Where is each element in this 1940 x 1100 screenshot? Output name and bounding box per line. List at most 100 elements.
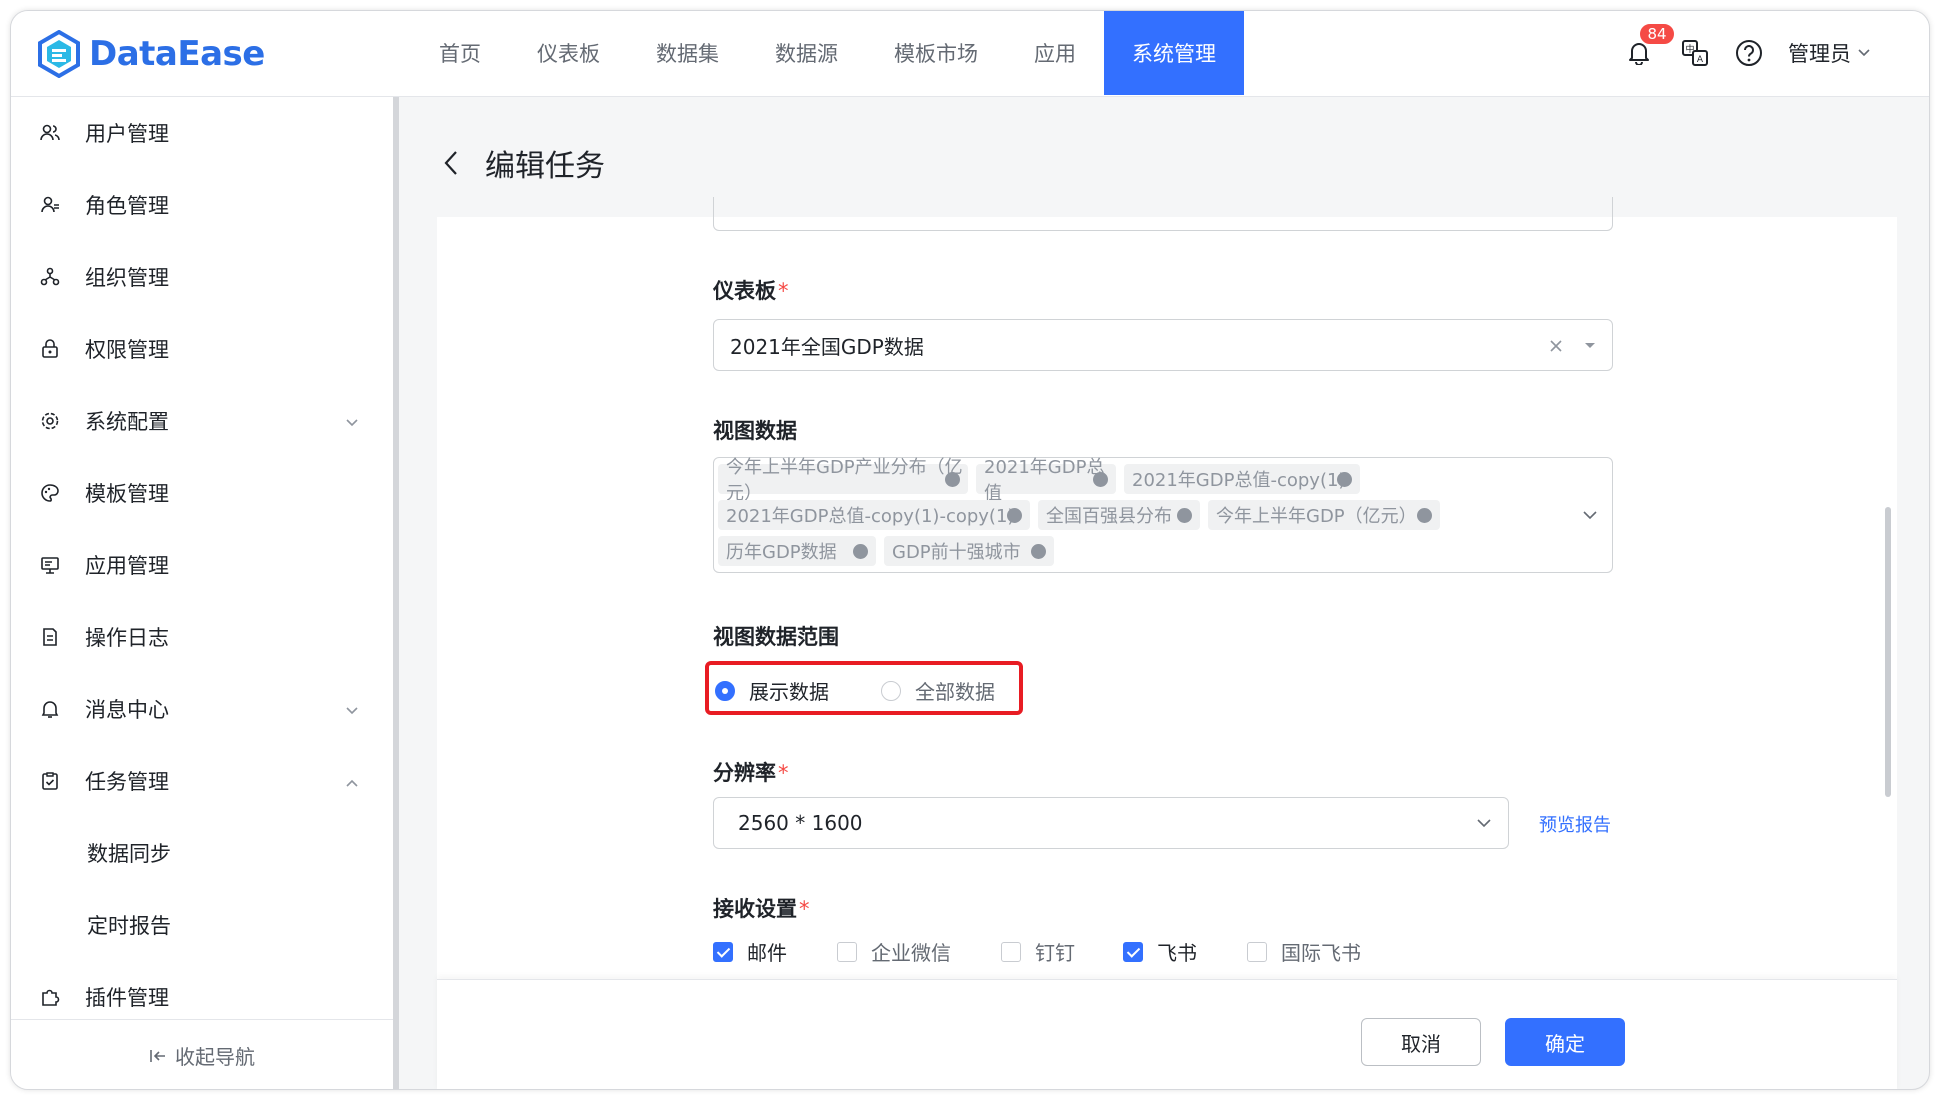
chevron-down-icon <box>345 697 359 721</box>
svg-text:中: 中 <box>1685 43 1694 55</box>
checkbox-lark-intl[interactable]: 国际飞书 <box>1247 937 1361 966</box>
log-icon <box>39 626 61 648</box>
cancel-button[interactable]: 取消 <box>1361 1018 1481 1066</box>
checkbox-label: 邮件 <box>747 941 787 965</box>
sidebar-item-label: 任务管理 <box>85 770 169 794</box>
main-nav: 首页 仪表板 数据集 数据源 模板市场 应用 系统管理 <box>411 11 1244 95</box>
dashboard-value: 2021年全国GDP数据 <box>730 334 924 359</box>
view-tag[interactable]: 全国百强县分布 <box>1038 500 1200 530</box>
form-footer: 取消 确定 <box>437 979 1897 1089</box>
view-tag[interactable]: 2021年GDP总值 <box>976 457 1116 504</box>
nav-template-market[interactable]: 模板市场 <box>866 11 1006 95</box>
dataease-logo-icon <box>38 30 80 78</box>
tag-remove-icon[interactable] <box>1417 508 1432 523</box>
sidebar-item-messages[interactable]: 消息中心 <box>11 673 393 745</box>
chevron-down-icon <box>1583 511 1597 520</box>
view-tag[interactable]: 历年GDP数据 <box>718 536 876 566</box>
view-tag[interactable]: GDP前十强城市 <box>884 536 1054 566</box>
sidebar-item-users[interactable]: 用户管理 <box>11 97 393 169</box>
palette-icon <box>39 482 61 504</box>
tag-remove-icon[interactable] <box>945 472 960 487</box>
tag-remove-icon[interactable] <box>1337 472 1352 487</box>
checkbox-email[interactable]: 邮件 <box>713 937 787 966</box>
radio-display-data[interactable]: 展示数据 <box>715 676 829 705</box>
sidebar-item-label: 消息中心 <box>85 698 169 722</box>
notification-badge: 84 <box>1638 22 1676 46</box>
clear-icon[interactable] <box>1550 340 1562 352</box>
caret-down-icon <box>1585 343 1595 348</box>
users-icon <box>39 122 61 144</box>
sidebar-item-logs[interactable]: 操作日志 <box>11 601 393 673</box>
nav-dashboard[interactable]: 仪表板 <box>509 11 628 95</box>
checkbox-wecom[interactable]: 企业微信 <box>837 937 951 966</box>
sidebar-subitem-scheduled-report[interactable]: 定时报告 <box>11 889 393 961</box>
checkbox-indicator <box>1001 941 1021 962</box>
logo[interactable]: DataEase <box>37 27 265 81</box>
tag-remove-icon[interactable] <box>1007 508 1022 523</box>
tag-remove-icon[interactable] <box>853 544 868 559</box>
checkbox-indicator <box>1123 941 1143 962</box>
preview-report-link[interactable]: 预览报告 <box>1539 811 1611 837</box>
previous-field[interactable] <box>713 197 1613 231</box>
nav-dataset[interactable]: 数据集 <box>628 11 747 95</box>
nav-apps[interactable]: 应用 <box>1006 11 1104 95</box>
radio-indicator <box>715 680 735 701</box>
sidebar-subitem-label: 定时报告 <box>87 914 171 938</box>
sidebar-item-roles[interactable]: 角色管理 <box>11 169 393 241</box>
tag-remove-icon[interactable] <box>1093 472 1108 487</box>
permission-icon <box>39 338 61 360</box>
checkbox-label: 钉钉 <box>1035 941 1075 965</box>
view-tag[interactable]: 2021年GDP总值-copy(1) <box>1124 464 1360 494</box>
sidebar-item-tasks[interactable]: 任务管理 <box>11 745 393 817</box>
checkbox-indicator <box>1247 941 1267 962</box>
help-button[interactable] <box>1734 38 1764 68</box>
checkbox-dingtalk[interactable]: 钉钉 <box>1001 937 1075 966</box>
help-icon <box>1736 40 1762 66</box>
checkbox-label: 企业微信 <box>871 941 951 965</box>
checkbox-lark[interactable]: 飞书 <box>1123 937 1197 966</box>
plugin-icon <box>39 986 61 1008</box>
nav-datasource[interactable]: 数据源 <box>747 11 866 95</box>
collapse-arrow-icon <box>150 1049 165 1062</box>
translate-button[interactable]: 中 A <box>1680 38 1710 68</box>
radio-indicator <box>881 680 901 701</box>
sidebar-item-permissions[interactable]: 权限管理 <box>11 313 393 385</box>
views-label: 视图数据 <box>713 419 797 443</box>
nav-system-management[interactable]: 系统管理 <box>1104 11 1244 95</box>
svg-text:A: A <box>1697 55 1704 65</box>
view-tag[interactable]: 2021年GDP总值-copy(1)-copy(1) <box>718 500 1030 530</box>
sidebar-item-label: 插件管理 <box>85 986 169 1010</box>
back-arrow-icon[interactable] <box>441 149 461 177</box>
checkbox-label: 飞书 <box>1157 941 1197 965</box>
sidebar-item-system-config[interactable]: 系统配置 <box>11 385 393 457</box>
tag-remove-icon[interactable] <box>1031 544 1046 559</box>
resolution-select[interactable]: 2560 * 1600 <box>713 797 1509 849</box>
top-header: DataEase 首页 仪表板 数据集 数据源 模板市场 应用 系统管理 84 <box>11 11 1929 97</box>
sidebar-item-templates[interactable]: 模板管理 <box>11 457 393 529</box>
sidebar-item-org[interactable]: 组织管理 <box>11 241 393 313</box>
chevron-down-icon <box>1477 819 1491 828</box>
range-radio-group: 展示数据 全部数据 <box>705 661 1023 715</box>
sidebar-item-label: 模板管理 <box>85 482 169 506</box>
translate-icon: 中 A <box>1682 40 1708 66</box>
collapse-nav-button[interactable]: 收起导航 <box>11 1019 393 1089</box>
sidebar: 用户管理 角色管理 组织管理 权限管理 系统配置 模板管理 应用管理 操作日志 … <box>11 97 399 1089</box>
view-tag[interactable]: 今年上半年GDP产业分布（亿元） <box>718 457 968 504</box>
sidebar-item-label: 用户管理 <box>85 122 169 146</box>
checkbox-indicator <box>837 941 857 962</box>
confirm-button[interactable]: 确定 <box>1505 1018 1625 1066</box>
radio-label: 全部数据 <box>915 680 995 704</box>
sidebar-subitem-data-sync[interactable]: 数据同步 <box>11 817 393 889</box>
view-tag[interactable]: 今年上半年GDP（亿元） <box>1208 500 1440 530</box>
nav-home[interactable]: 首页 <box>411 11 509 95</box>
dashboard-select[interactable]: 2021年全国GDP数据 <box>713 319 1613 371</box>
views-multiselect[interactable]: 今年上半年GDP产业分布（亿元） 2021年GDP总值 2021年GDP总值-c… <box>713 457 1613 573</box>
notification-button[interactable]: 84 <box>1622 22 1676 70</box>
app-name: DataEase <box>89 34 265 74</box>
sidebar-item-apps[interactable]: 应用管理 <box>11 529 393 601</box>
tag-remove-icon[interactable] <box>1177 508 1192 523</box>
sidebar-item-label: 应用管理 <box>85 554 169 578</box>
scrollbar[interactable] <box>1885 507 1891 797</box>
user-menu[interactable]: 管理员 <box>1788 38 1871 68</box>
radio-all-data[interactable]: 全部数据 <box>881 676 995 705</box>
